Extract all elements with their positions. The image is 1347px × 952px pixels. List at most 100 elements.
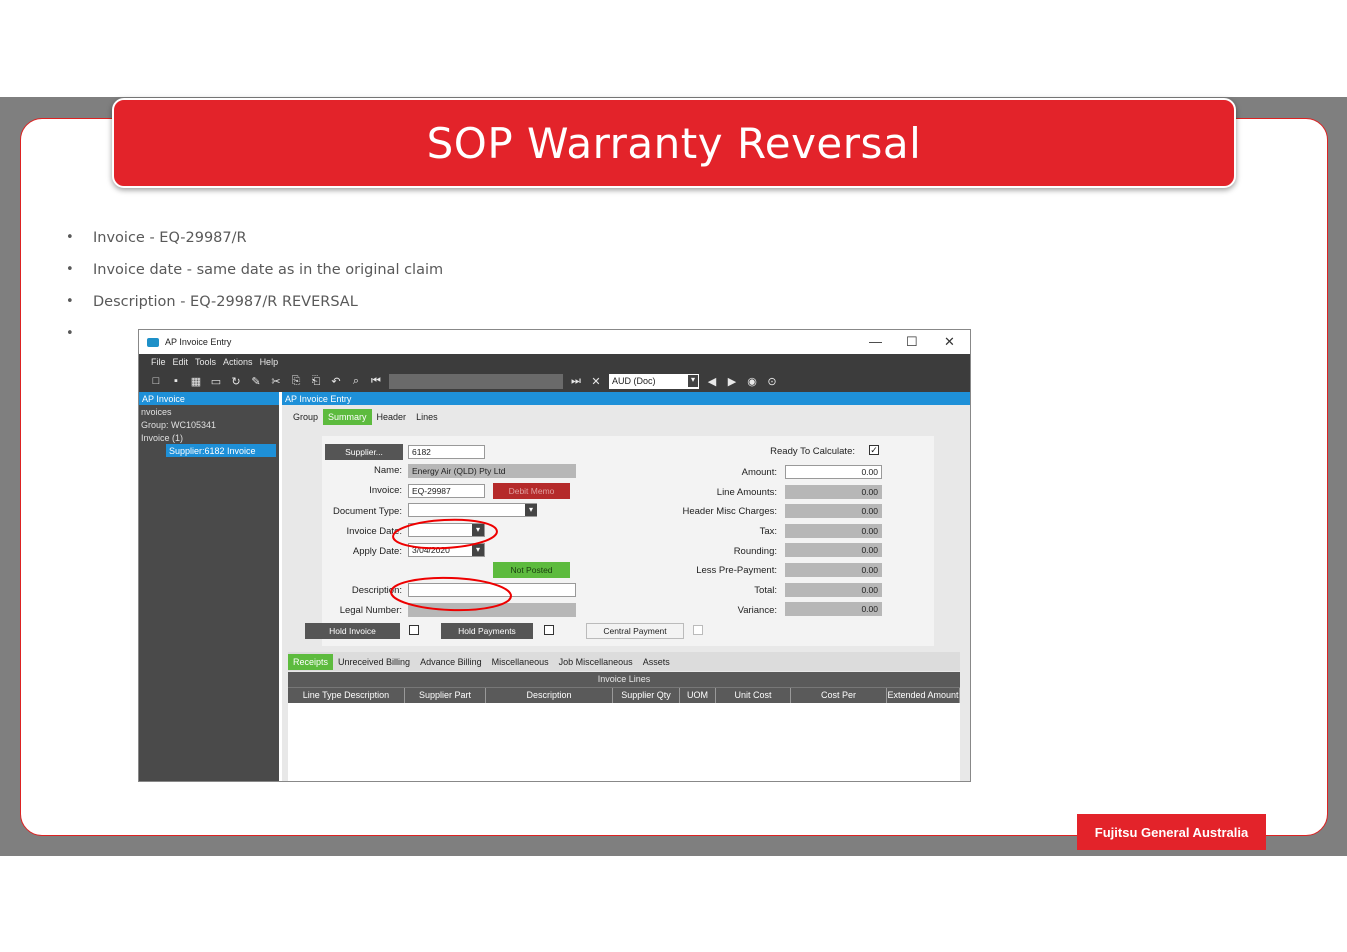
tab-group[interactable]: Group xyxy=(288,409,323,425)
hold-invoice-checkbox[interactable] xyxy=(409,625,419,635)
header-misc-field: 0.00 xyxy=(785,504,882,518)
menu-bar: File Edit Tools Actions Help xyxy=(139,354,970,370)
document-type-field[interactable] xyxy=(408,503,537,517)
tree-node[interactable]: Invoice (1) xyxy=(139,431,279,444)
rounding-field: 0.00 xyxy=(785,543,882,557)
search-icon[interactable]: ⌕ xyxy=(349,375,363,388)
menu-edit[interactable]: Edit xyxy=(173,357,189,367)
undo-icon[interactable]: ↶ xyxy=(329,375,343,388)
hold-payments-button[interactable]: Hold Payments xyxy=(441,623,533,639)
supplier-button[interactable]: Supplier... xyxy=(325,444,403,460)
delete-icon[interactable]: ✕ xyxy=(589,375,603,388)
minimize-icon[interactable]: — xyxy=(869,334,882,349)
bullet-item: • Description - EQ-29987/R REVERSAL xyxy=(66,294,358,310)
tree-node-selected[interactable]: Supplier:6182 Invoice xyxy=(166,444,276,457)
variance-label: Variance: xyxy=(737,605,777,616)
bullet-item: • Invoice date - same date as in the orig… xyxy=(66,262,444,278)
rounding-label: Rounding: xyxy=(733,546,777,557)
back-icon[interactable]: ◀ xyxy=(705,375,719,388)
line-amounts-field: 0.00 xyxy=(785,485,882,499)
calendar-dropdown-icon[interactable]: ▾ xyxy=(472,544,484,556)
bullet-text: Invoice - EQ-29987/R xyxy=(93,230,247,246)
invoice-date-label: Invoice Date: xyxy=(346,526,402,537)
debit-memo-button[interactable]: Debit Memo xyxy=(493,483,570,499)
invoice-lines-grid: Invoice Lines Line Type Description Supp… xyxy=(288,672,960,781)
legal-number-field xyxy=(408,603,576,617)
column-header[interactable]: Description xyxy=(486,688,613,703)
column-header[interactable]: Cost Per xyxy=(791,688,887,703)
entry-pane: AP Invoice Entry Group Summary Header Li… xyxy=(282,392,970,781)
window-title: AP Invoice Entry xyxy=(165,337,232,347)
menu-help[interactable]: Help xyxy=(260,357,279,367)
variance-field: 0.00 xyxy=(785,602,882,616)
tab-header[interactable]: Header xyxy=(372,409,412,425)
app-icon xyxy=(147,337,159,347)
toolbar: □ ▪ ▦ ▭ ↻ ✎ ✂ ⎘ ⎗ ↶ ⌕ ⏮ ⏭ ✕ AUD (Doc) ◀ … xyxy=(139,370,970,392)
hold-payments-checkbox[interactable] xyxy=(544,625,554,635)
forward-icon[interactable]: ▶ xyxy=(725,375,739,388)
tab-strip: Group Summary Header Lines xyxy=(282,405,970,429)
supplier-field[interactable]: 6182 xyxy=(408,445,485,459)
column-header[interactable]: Extended Amount xyxy=(887,688,960,703)
tab-miscellaneous[interactable]: Miscellaneous xyxy=(487,654,554,670)
tab-advance-billing[interactable]: Advance Billing xyxy=(415,654,487,670)
name-field: Energy Air (QLD) Pty Ltd xyxy=(408,464,576,478)
first-record-icon[interactable]: ⏮ xyxy=(369,375,383,388)
record-navigator[interactable] xyxy=(389,373,563,389)
save-icon[interactable]: ▪ xyxy=(169,375,183,387)
window-titlebar: AP Invoice Entry — ☐ ✕ xyxy=(139,330,970,354)
tree-node[interactable]: Group: WC105341 xyxy=(139,418,279,431)
invoice-field[interactable]: EQ-29987 xyxy=(408,484,485,498)
tab-lines[interactable]: Lines xyxy=(411,409,443,425)
central-payment-button[interactable]: Central Payment xyxy=(586,623,684,639)
tab-job-miscellaneous[interactable]: Job Miscellaneous xyxy=(554,654,638,670)
tab-unreceived-billing[interactable]: Unreceived Billing xyxy=(333,654,415,670)
menu-tools[interactable]: Tools xyxy=(195,357,216,367)
summary-form: Supplier... 6182 Name: Energy Air (QLD) … xyxy=(305,436,934,646)
header-misc-label: Header Misc Charges: xyxy=(682,506,777,517)
last-record-icon[interactable]: ⏭ xyxy=(569,375,583,388)
column-header[interactable]: Line Type Description xyxy=(288,688,405,703)
column-header[interactable]: Supplier Part xyxy=(405,688,486,703)
cut-icon[interactable]: ✂ xyxy=(269,375,283,388)
description-field[interactable] xyxy=(408,583,576,597)
amount-label: Amount: xyxy=(741,467,777,478)
chevron-down-icon[interactable]: ▾ xyxy=(525,504,537,516)
close-icon[interactable]: ✕ xyxy=(944,334,955,350)
tax-label: Tax: xyxy=(759,526,777,537)
refresh-icon[interactable]: ↻ xyxy=(229,375,243,388)
column-header[interactable]: Supplier Qty xyxy=(613,688,680,703)
maximize-icon[interactable]: ☐ xyxy=(906,334,918,350)
clear-icon[interactable]: ✎ xyxy=(249,375,263,388)
column-header[interactable]: Unit Cost xyxy=(716,688,791,703)
slide-title: SOP Warranty Reversal xyxy=(426,118,922,168)
name-label: Name: xyxy=(374,465,402,476)
options-icon[interactable]: ⊙ xyxy=(765,375,779,388)
print-icon[interactable]: ▦ xyxy=(189,375,203,388)
paste-icon[interactable]: ⎗ xyxy=(309,375,323,388)
copy-icon[interactable]: ⎘ xyxy=(289,375,303,388)
tab-summary[interactable]: Summary xyxy=(323,409,372,425)
status-badge: Not Posted xyxy=(493,562,570,578)
new-icon[interactable]: □ xyxy=(149,375,163,387)
description-label: Description: xyxy=(351,585,402,596)
calendar-dropdown-icon[interactable]: ▾ xyxy=(472,524,484,536)
footer-brand: Fujitsu General Australia xyxy=(1077,814,1266,850)
home-icon[interactable]: ◉ xyxy=(745,375,759,388)
title-banner: SOP Warranty Reversal xyxy=(112,98,1236,188)
tree-node[interactable]: nvoices xyxy=(139,405,279,418)
tab-receipts[interactable]: Receipts xyxy=(288,653,334,670)
attach-icon[interactable]: ▭ xyxy=(209,375,223,388)
less-prepayment-field: 0.00 xyxy=(785,563,882,577)
menu-file[interactable]: File xyxy=(151,357,166,367)
column-header[interactable]: UOM xyxy=(680,688,716,703)
bullet-item: • Invoice - EQ-29987/R xyxy=(66,230,247,246)
central-payment-checkbox[interactable] xyxy=(693,625,703,635)
ready-to-calculate-checkbox[interactable]: ✓ xyxy=(869,445,879,455)
tab-assets[interactable]: Assets xyxy=(638,654,675,670)
currency-select[interactable]: AUD (Doc) xyxy=(609,373,699,389)
hold-invoice-button[interactable]: Hold Invoice xyxy=(305,623,400,639)
amount-field[interactable]: 0.00 xyxy=(785,465,882,479)
menu-actions[interactable]: Actions xyxy=(223,357,253,367)
total-field: 0.00 xyxy=(785,583,882,597)
